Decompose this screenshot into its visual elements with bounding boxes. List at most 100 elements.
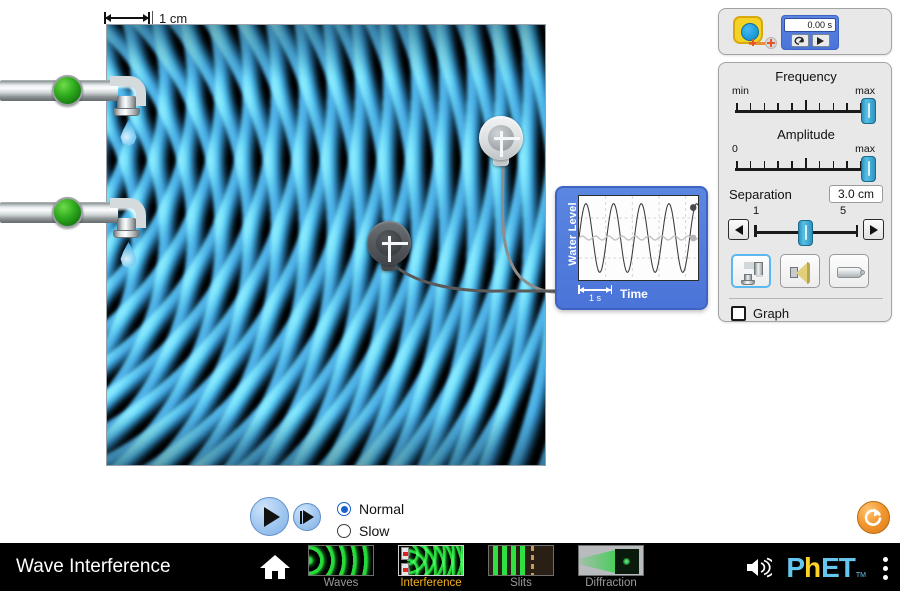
chart-series-probe-dark <box>579 236 698 240</box>
separation-readout-row: Separation 3.0 cm <box>729 185 883 203</box>
chart-marker-probe-dark <box>690 235 696 242</box>
faucet-icon-riser <box>754 262 763 275</box>
faucet-bottom-lip <box>113 230 140 238</box>
scale-bar-label: 1 cm <box>159 11 187 26</box>
kebab-menu-icon[interactable] <box>883 557 888 580</box>
reset-all-button[interactable] <box>857 501 890 534</box>
wave-tank[interactable] <box>107 25 545 465</box>
graph-checkbox[interactable] <box>731 306 746 321</box>
left-arrow-icon <box>735 225 743 235</box>
tab-slits[interactable]: Slits <box>485 545 557 589</box>
probe-light[interactable] <box>479 116 523 168</box>
separation-max-label: 5 <box>840 205 846 217</box>
separation-range-labels: 1 5 <box>727 205 885 218</box>
play-pause-button[interactable] <box>250 497 289 536</box>
play-icon <box>264 507 280 527</box>
separation-increment-button[interactable] <box>863 219 884 240</box>
graph-checkbox-label: Graph <box>753 306 789 321</box>
amplitude-track-line <box>735 168 873 171</box>
speaker-icon-rim <box>807 262 810 284</box>
stopwatch-readout: 0.00 s <box>784 18 836 32</box>
faucet-top-valve-knob[interactable] <box>52 75 83 106</box>
scale-bar-arrow-right-icon <box>143 14 149 22</box>
measuring-tape-icon[interactable] <box>731 16 775 49</box>
separation-slider-thumb[interactable] <box>798 220 813 246</box>
probe-dark[interactable] <box>367 221 411 273</box>
crosshair-vertical-icon <box>388 236 391 262</box>
speed-option-slow[interactable]: Slow <box>337 520 404 542</box>
phet-logo-h: h <box>804 554 821 582</box>
chart-svg <box>579 196 698 280</box>
tools-panel: 0.00 s <box>718 8 892 55</box>
faucet-bottom[interactable] <box>0 190 150 236</box>
speed-option-normal-label: Normal <box>359 501 404 517</box>
stopwatch-play-button[interactable] <box>812 34 830 47</box>
play-icon <box>817 37 824 45</box>
radio-slow[interactable] <box>337 524 351 538</box>
reset-all-icon <box>863 507 884 528</box>
right-arrow-icon <box>870 225 878 235</box>
frequency-label: Frequency <box>729 69 883 84</box>
faucet-top-lip <box>113 108 140 116</box>
separation-label: Separation <box>729 187 792 202</box>
frequency-slider-thumb[interactable] <box>861 98 876 124</box>
faucet-top[interactable] <box>0 68 150 114</box>
chart-plot-area <box>578 195 699 281</box>
tab-diffraction-label: Diffraction <box>575 577 647 589</box>
radio-normal[interactable] <box>337 502 351 516</box>
step-forward-icon <box>303 510 314 524</box>
chart-x-axis-label: Time <box>620 287 648 301</box>
diffraction-thumb-art <box>579 546 643 575</box>
laser-icon-tip <box>860 270 865 275</box>
home-button[interactable] <box>258 552 292 582</box>
kebab-dot-3 <box>883 575 888 580</box>
frequency-min-label: min <box>732 85 749 97</box>
sim-root: 1 cm <box>0 0 900 591</box>
interference-thumb-source-a <box>401 547 409 560</box>
kebab-dot-2 <box>883 566 888 571</box>
tape-body <box>733 16 763 44</box>
scene-selector <box>731 254 869 288</box>
slits-thumb-art <box>489 546 553 575</box>
step-forward-button[interactable] <box>293 503 321 531</box>
tab-waves[interactable]: Waves <box>305 545 377 589</box>
water-level-chart[interactable]: Water Level <box>555 186 708 310</box>
speed-radio-group: Normal Slow <box>337 498 404 542</box>
phet-logo[interactable]: P h ET TM <box>786 554 866 582</box>
sound-toggle-button[interactable] <box>744 556 772 579</box>
chart-x-axis: 1 s Time <box>578 283 700 305</box>
speed-option-normal[interactable]: Normal <box>337 498 404 520</box>
tape-hole <box>741 23 759 41</box>
separation-decrement-button[interactable] <box>728 219 749 240</box>
speed-option-slow-label: Slow <box>359 523 389 539</box>
chart-time-scale-bar: 1 s <box>578 285 612 303</box>
amplitude-slider-thumb[interactable] <box>861 156 876 182</box>
faucet-bottom-valve-knob[interactable] <box>52 197 83 228</box>
wave-canvas[interactable] <box>107 25 545 465</box>
waves-thumb-art <box>309 546 373 575</box>
scene-button-sound[interactable] <box>780 254 820 288</box>
tab-slits-label: Slits <box>485 577 557 589</box>
stopwatch[interactable]: 0.00 s <box>781 15 839 50</box>
stopwatch-buttons <box>784 34 836 47</box>
graph-checkbox-row[interactable]: Graph <box>731 306 789 321</box>
interference-thumb-art <box>399 546 463 575</box>
amplitude-slider[interactable] <box>729 157 883 177</box>
interference-thumb-rings-b <box>407 546 464 576</box>
amplitude-control: Amplitude 0 max <box>729 127 883 177</box>
panel-divider <box>729 298 883 299</box>
frequency-slider[interactable] <box>729 99 883 119</box>
amplitude-max-label: max <box>855 143 875 155</box>
tab-waves-label: Waves <box>305 577 377 589</box>
separation-control: 1 5 <box>727 205 885 245</box>
scale-bar-end-tick <box>152 11 153 25</box>
frequency-track-line <box>735 110 873 113</box>
tab-interference[interactable]: Interference <box>395 545 467 589</box>
tab-diffraction[interactable]: Diffraction <box>575 545 647 589</box>
separation-min-label: 1 <box>753 205 759 217</box>
scene-button-water[interactable] <box>731 254 771 288</box>
separation-slider[interactable] <box>754 221 858 241</box>
scene-button-light[interactable] <box>829 254 869 288</box>
separation-value: 3.0 cm <box>829 185 883 203</box>
stopwatch-reset-button[interactable] <box>791 34 809 47</box>
